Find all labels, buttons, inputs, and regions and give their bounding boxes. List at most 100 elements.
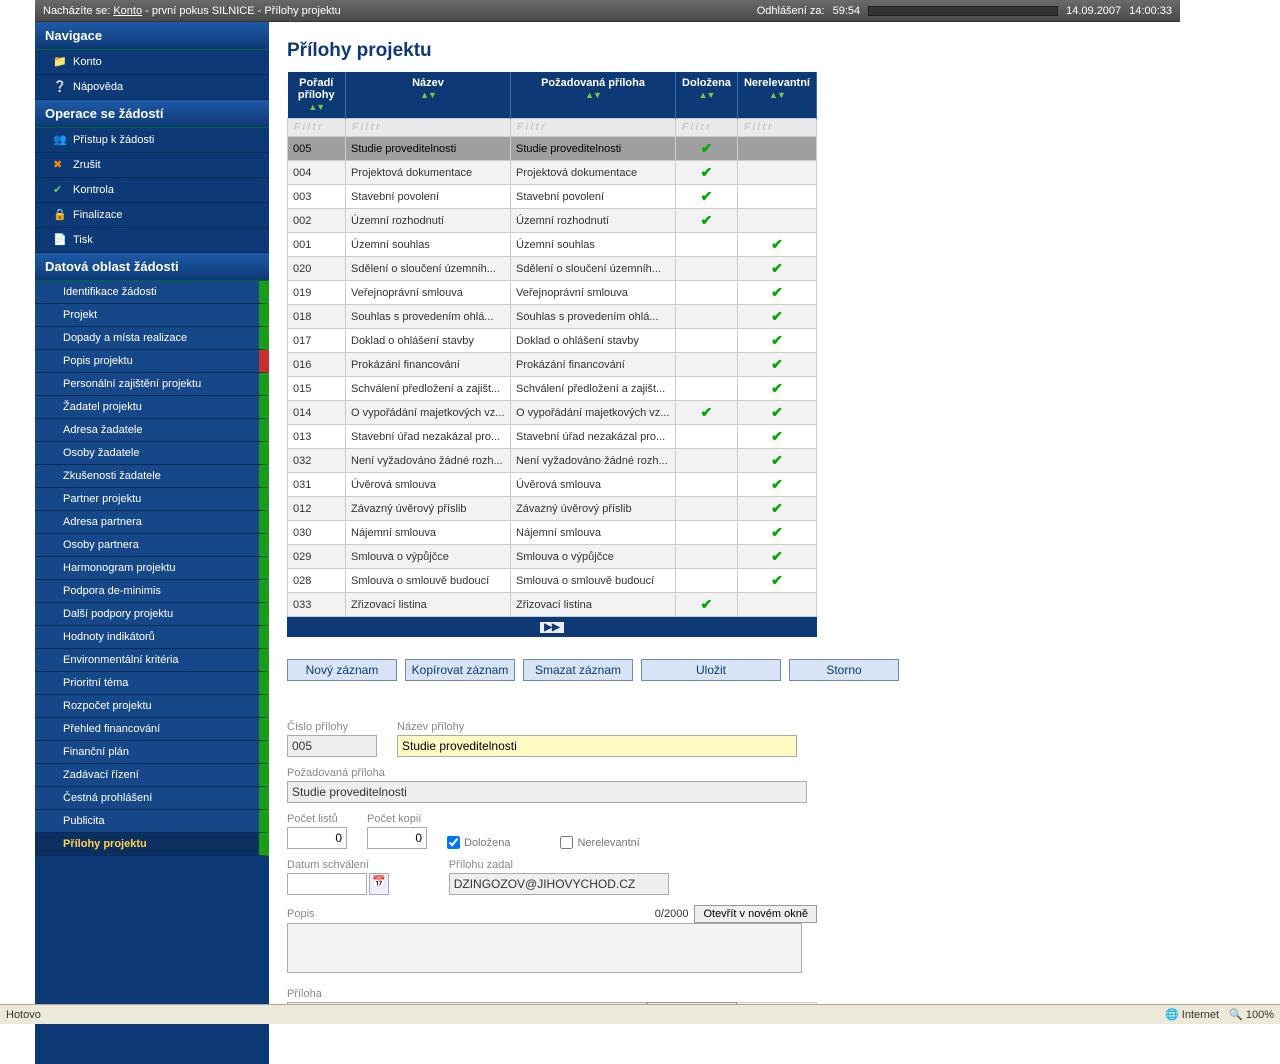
table-row[interactable]: 005Studie proveditelnostiStudie provedit… — [288, 137, 817, 161]
table-row[interactable]: 002Územní rozhodnutíÚzemní rozhodnutí✔ — [288, 209, 817, 233]
cell-nazev: Smlouva o výpůjčce — [346, 545, 511, 569]
sidebar-item-popis-projektu[interactable]: Popis projektu — [35, 350, 269, 373]
table-row[interactable]: 031Úvěrová smlouvaÚvěrová smlouva✔ — [288, 473, 817, 497]
cell-dolozena: ✔ — [676, 209, 738, 233]
sidebar-item--adatel-projektu[interactable]: Žadatel projektu — [35, 396, 269, 419]
sidebar-item-p-lohy-projektu[interactable]: Přílohy projektu — [35, 833, 269, 856]
pocet-listu-input[interactable] — [287, 827, 347, 849]
table-row[interactable]: 032Není vyžadováno žádné rozh...Není vyž… — [288, 449, 817, 473]
datum-input[interactable] — [287, 873, 367, 895]
copy-button[interactable]: Kopírovat záznam — [405, 659, 515, 681]
col-header-pozadovana[interactable]: Požadovaná příloha▲▼ — [511, 72, 676, 119]
table-row[interactable]: 033Zřizovací listinaZřizovací listina✔ — [288, 593, 817, 617]
table-row[interactable]: 017Doklad o ohlášení stavbyDoklad o ohlá… — [288, 329, 817, 353]
cell-pozadovana: Schválení předložení a zajišt... — [511, 377, 676, 401]
pager-next-icon[interactable]: ▶▶ — [539, 621, 564, 634]
nazev-input[interactable] — [397, 735, 797, 757]
cell-nerelevantni: ✔ — [737, 425, 816, 449]
cell-dolozena — [676, 425, 738, 449]
col-header-nerelevantni[interactable]: Nerelevantní▲▼ — [737, 72, 816, 119]
new-button[interactable]: Nový záznam — [287, 659, 397, 681]
calendar-icon[interactable]: 📅 — [369, 873, 389, 895]
sidebar-item-prioritn-t-ma[interactable]: Prioritní téma — [35, 672, 269, 695]
sidebar-item-dopady-a-m-sta-realizace[interactable]: Dopady a místa realizace — [35, 327, 269, 350]
popis-textarea[interactable] — [287, 923, 802, 973]
nav-finalizace[interactable]: 🔒Finalizace — [35, 203, 269, 228]
cancel-button[interactable]: Storno — [789, 659, 899, 681]
filter-nerelevantni[interactable]: F i l t r — [737, 119, 816, 137]
filter-dolozena[interactable]: F i l t r — [676, 119, 738, 137]
sidebar-item-zad-vac-zen-[interactable]: Zadávací řízení — [35, 764, 269, 787]
nerelevantni-checkbox[interactable] — [560, 836, 573, 849]
sidebar: Navigace 📁Konto ❔Nápověda Operace se žád… — [35, 22, 269, 1064]
nav-pristup[interactable]: 👥Přístup k žádosti — [35, 128, 269, 153]
sidebar-item-p-ehled-financov-n-[interactable]: Přehled financování — [35, 718, 269, 741]
col-header-nazev[interactable]: Název▲▼ — [346, 72, 511, 119]
sort-icon[interactable]: ▲▼ — [699, 90, 715, 100]
table-row[interactable]: 015Schválení předložení a zajišt...Schvá… — [288, 377, 817, 401]
save-button[interactable]: Uložit — [641, 659, 781, 681]
sidebar-item--estn-prohl-en-[interactable]: Čestná prohlášení — [35, 787, 269, 810]
nav-zrusit[interactable]: ✖Zrušit — [35, 153, 269, 178]
nav-kontrola[interactable]: ✔Kontrola — [35, 178, 269, 203]
sort-icon[interactable]: ▲▼ — [308, 102, 324, 112]
sidebar-item-podpora-de-minimis[interactable]: Podpora de-minimis — [35, 580, 269, 603]
sidebar-item-person-ln-zaji-t-n-projektu[interactable]: Personální zajištění projektu — [35, 373, 269, 396]
dolozena-checkbox[interactable] — [447, 836, 460, 849]
delete-button[interactable]: Smazat záznam — [523, 659, 633, 681]
col-header-poradi[interactable]: Pořadí přílohy▲▼ — [288, 72, 346, 119]
filter-nazev[interactable]: F i l t r — [346, 119, 511, 137]
sidebar-item-projekt[interactable]: Projekt — [35, 304, 269, 327]
table-row[interactable]: 030Nájemní smlouvaNájemní smlouva✔ — [288, 521, 817, 545]
open-new-window-button[interactable]: Otevřít v novém okně — [694, 905, 817, 923]
sidebar-item-adresa-partnera[interactable]: Adresa partnera — [35, 511, 269, 534]
sidebar-item-osoby-adatele[interactable]: Osoby žadatele — [35, 442, 269, 465]
table-row[interactable]: 004Projektová dokumentaceProjektová doku… — [288, 161, 817, 185]
table-row[interactable]: 016Prokázání financováníProkázání financ… — [288, 353, 817, 377]
filter-pozadovana[interactable]: F i l t r — [511, 119, 676, 137]
cell-poradi: 020 — [288, 257, 346, 281]
pocet-kopii-input[interactable] — [367, 827, 427, 849]
sort-icon[interactable]: ▲▼ — [420, 90, 436, 100]
cell-poradi: 030 — [288, 521, 346, 545]
table-row[interactable]: 020Sdělení o sloučení územníh...Sdělení … — [288, 257, 817, 281]
cell-pozadovana: Smlouva o výpůjčce — [511, 545, 676, 569]
sidebar-item-dal-podpory-projektu[interactable]: Další podpory projektu — [35, 603, 269, 626]
table-row[interactable]: 003Stavební povoleníStavební povolení✔ — [288, 185, 817, 209]
nav-tisk[interactable]: 📄Tisk — [35, 228, 269, 253]
table-row[interactable]: 019Veřejnoprávní smlouvaVeřejnoprávní sm… — [288, 281, 817, 305]
cell-poradi: 002 — [288, 209, 346, 233]
sidebar-item-publicita[interactable]: Publicita — [35, 810, 269, 833]
sidebar-item-finan-n-pl-n[interactable]: Finanční plán — [35, 741, 269, 764]
check-icon: ✔ — [771, 428, 783, 444]
cell-nerelevantni: ✔ — [737, 329, 816, 353]
table-row[interactable]: 018Souhlas s provedením ohlá...Souhlas s… — [288, 305, 817, 329]
nav-napoveda[interactable]: ❔Nápověda — [35, 75, 269, 100]
cell-poradi: 033 — [288, 593, 346, 617]
sidebar-item-hodnoty-indik-tor-[interactable]: Hodnoty indikátorů — [35, 626, 269, 649]
sidebar-item-rozpo-et-projektu[interactable]: Rozpočet projektu — [35, 695, 269, 718]
table-row[interactable]: 001Územní souhlasÚzemní souhlas✔ — [288, 233, 817, 257]
sidebar-item-partner-projektu[interactable]: Partner projektu — [35, 488, 269, 511]
sort-icon[interactable]: ▲▼ — [585, 90, 601, 100]
sidebar-item-zku-enosti-adatele[interactable]: Zkušenosti žadatele — [35, 465, 269, 488]
table-row[interactable]: 028Smlouva o smlouvě budoucíSmlouva o sm… — [288, 569, 817, 593]
nav-konto[interactable]: 📁Konto — [35, 50, 269, 75]
cell-nazev: Smlouva o smlouvě budoucí — [346, 569, 511, 593]
sidebar-item-identifikace-dosti[interactable]: Identifikace žádosti — [35, 281, 269, 304]
check-icon: ✔ — [771, 500, 783, 516]
table-row[interactable]: 013Stavební úřad nezakázal pro...Stavebn… — [288, 425, 817, 449]
sort-icon[interactable]: ▲▼ — [769, 90, 785, 100]
table-row[interactable]: 014O vypořádání majetkových vz...O vypoř… — [288, 401, 817, 425]
location-link[interactable]: Konto — [113, 5, 142, 17]
check-icon: ✔ — [771, 404, 783, 420]
table-row[interactable]: 012Závazný úvěrový příslibZávazný úvěrov… — [288, 497, 817, 521]
sidebar-item-adresa-adatele[interactable]: Adresa žadatele — [35, 419, 269, 442]
sidebar-item-harmonogram-projektu[interactable]: Harmonogram projektu — [35, 557, 269, 580]
table-row[interactable]: 029Smlouva o výpůjčceSmlouva o výpůjčce✔ — [288, 545, 817, 569]
sidebar-item-osoby-partnera[interactable]: Osoby partnera — [35, 534, 269, 557]
col-header-dolozena[interactable]: Doložena▲▼ — [676, 72, 738, 119]
filter-poradi[interactable]: F i l t r — [288, 119, 346, 137]
zoom-level[interactable]: 🔍 100% — [1229, 1008, 1274, 1021]
sidebar-item-environment-ln-krit-ria[interactable]: Environmentální kritéria — [35, 649, 269, 672]
